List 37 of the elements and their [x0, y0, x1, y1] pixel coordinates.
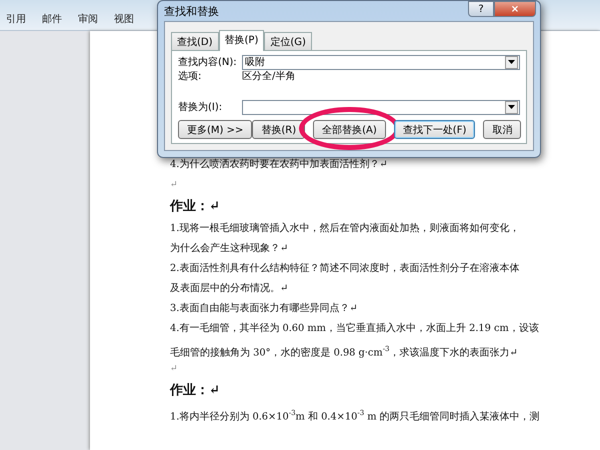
dialog-tab[interactable]: 定位(G)	[264, 32, 312, 51]
paragraph-text: 毛细管的接触角为 30°，水的密度是 0.98 g·cm$^{-3}$，求该温度下水的表面张力↵	[170, 344, 519, 359]
field-label: 替换为(I):	[178, 100, 224, 114]
paragraph-text: 1.现将一根毛细玻璃管插入水中，然后在管内液面处加热，则液面将如何变化，	[170, 222, 520, 236]
paragraph-text: 3.表面自由能与表面张力有哪些异同点？↵	[170, 302, 359, 316]
paragraph-text: 4.为什么喷洒农药时要在农药中加表面活性剂？↵	[170, 158, 389, 172]
ribbon-tab[interactable]: 邮件	[40, 12, 64, 26]
find-field[interactable]: 吸附	[242, 54, 520, 70]
paragraph-text: 4.有一毛细管，其半径为 0.60 mm，当它垂直插入水中，水面上升 2.19 cm，设该	[170, 322, 540, 336]
dialog-title: 查找和替换	[164, 4, 219, 18]
paragraph-text: 为什么会产生这种现象？↵	[170, 242, 290, 256]
caret-icon	[508, 105, 515, 109]
section-heading: 作业：↵	[170, 382, 221, 400]
paragraph-text: 2.表面活性剂具有什么结构特征？简述不同浓度时，表面活性剂分子在溶液本体	[170, 262, 520, 276]
field-label: 选项:	[178, 70, 202, 83]
dialog-button[interactable]: 全部替换(A)	[313, 120, 386, 139]
field-label: 查找内容(N):	[178, 56, 238, 69]
ribbon-tab[interactable]: 审阅	[76, 12, 100, 26]
options-text: 区分全/半角	[242, 70, 296, 83]
ribbon-tab[interactable]: 视图	[112, 12, 136, 26]
paragraph-mark: ↵	[170, 363, 179, 376]
ribbon-tab[interactable]: 引用	[4, 12, 28, 26]
dialog-tab[interactable]: 查找(D)	[171, 32, 219, 51]
dialog-button[interactable]: 更多(M) >>	[178, 120, 252, 139]
paragraph-text: 1.将内半径分别为 0.6×10$^{-3}$m 和 0.4×10$^{-3}$ m 的两只毛细管同时插入某液体中，测	[170, 408, 541, 423]
paragraph-text: 及表面层中的分布情况。↵	[170, 282, 290, 296]
dialog-tab[interactable]: 替换(P)	[218, 30, 264, 51]
dropdown-button[interactable]	[505, 56, 518, 68]
paragraph-mark: ↵	[170, 179, 179, 192]
dialog-button[interactable]: 替换(R)	[252, 120, 306, 139]
dialog-button[interactable]: 取消	[483, 120, 522, 139]
help-button[interactable]: ?	[468, 1, 494, 17]
section-heading: 作业：↵	[170, 198, 221, 216]
dropdown-button[interactable]	[505, 100, 518, 114]
caret-icon	[508, 60, 515, 64]
replace-field[interactable]	[242, 100, 520, 114]
dialog-button[interactable]: 查找下一处(F)	[394, 120, 476, 139]
